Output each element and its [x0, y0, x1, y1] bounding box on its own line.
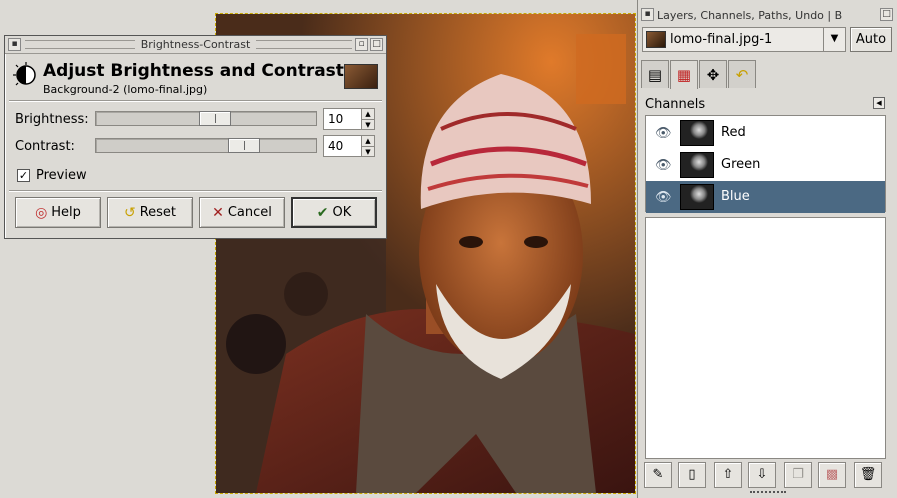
- layers-icon: ▤: [647, 65, 663, 84]
- preview-label[interactable]: Preview: [36, 168, 87, 183]
- channels-empty-area[interactable]: [645, 217, 886, 459]
- tab-paths[interactable]: ✥: [699, 60, 727, 88]
- channel-thumbnail: [680, 120, 714, 146]
- channel-name: Red: [721, 125, 746, 140]
- eye-icon[interactable]: 👁: [655, 158, 672, 173]
- eye-icon[interactable]: 👁: [655, 190, 672, 205]
- channel-row-red[interactable]: 👁 Red: [646, 117, 885, 149]
- lower-icon: ⇩: [756, 467, 768, 482]
- brightness-spinbutton[interactable]: 10 ▲ ▼: [323, 108, 375, 130]
- cancel-button-label: Cancel: [227, 205, 272, 220]
- reset-button[interactable]: ↺ Reset: [107, 197, 193, 228]
- dock-maximize-icon[interactable]: □: [880, 8, 893, 21]
- channel-name: Green: [721, 157, 761, 172]
- edit-channel-icon: ✎: [652, 467, 664, 482]
- duplicate-icon: ❐: [792, 467, 804, 482]
- channel-name: Blue: [721, 189, 750, 204]
- paths-icon: ✥: [706, 65, 720, 84]
- brightness-label: Brightness:: [15, 112, 89, 127]
- new-channel-icon: ▯: [688, 467, 696, 482]
- cancel-button[interactable]: ✕ Cancel: [199, 197, 285, 228]
- delete-icon: 🗑: [859, 467, 877, 482]
- spin-down-icon[interactable]: ▼: [362, 146, 374, 156]
- channels-toolbar: ✎ ▯ ⇧ ⇩ ❐ ▩ 🗑: [644, 462, 890, 488]
- brightness-spin-arrows[interactable]: ▲ ▼: [361, 109, 374, 129]
- channels-icon: ▦: [676, 66, 692, 84]
- layers-dock: ▪ Layers, Channels, Paths, Undo | B □ lo…: [637, 0, 897, 498]
- reset-icon: ↺: [123, 204, 136, 221]
- ok-button-label: OK: [332, 205, 352, 220]
- brightness-contrast-icon: [13, 62, 36, 86]
- new-channel-button[interactable]: ▯: [678, 462, 706, 488]
- dialog-heading: Adjust Brightness and Contrast: [43, 61, 344, 81]
- ok-button[interactable]: ✔ OK: [291, 197, 377, 228]
- image-combo[interactable]: lomo-final.jpg-1 ▼: [642, 27, 846, 52]
- channel-thumbnail: [680, 152, 714, 178]
- channel-thumbnail: [680, 184, 714, 210]
- contrast-slider-handle[interactable]: [228, 138, 260, 153]
- resize-grip[interactable]: [750, 491, 786, 494]
- cancel-x-icon: ✕: [212, 204, 224, 221]
- spin-up-icon[interactable]: ▲: [362, 136, 374, 146]
- preview-checkbox[interactable]: ✓: [17, 169, 30, 182]
- channels-list: 👁 Red 👁 Green 👁 Blue: [645, 115, 886, 213]
- window-menu-icon[interactable]: ▪: [641, 8, 654, 21]
- raise-channel-button[interactable]: ⇧: [714, 462, 742, 488]
- help-button[interactable]: ◎ Help: [15, 197, 101, 228]
- tab-channels[interactable]: ▦: [670, 60, 698, 89]
- dialog-subheading: Background-2 (lomo-final.jpg): [43, 83, 208, 96]
- auto-button[interactable]: Auto: [850, 27, 892, 52]
- lower-channel-button[interactable]: ⇩: [748, 462, 776, 488]
- contrast-slider[interactable]: [95, 138, 317, 153]
- dialog-header: Adjust Brightness and Contrast Backgroun…: [13, 60, 380, 98]
- to-selection-icon: ▩: [825, 467, 839, 482]
- brightness-slider[interactable]: [95, 111, 317, 126]
- minimize-icon[interactable]: ▫: [355, 38, 368, 51]
- raise-icon: ⇧: [722, 467, 734, 482]
- contrast-spin-arrows[interactable]: ▲ ▼: [361, 136, 374, 156]
- buttons-divider: [9, 190, 382, 192]
- brightness-contrast-dialog: ▪ Brightness-Contrast ▫ □ Adjust Brightn…: [4, 35, 387, 239]
- tab-layers[interactable]: ▤: [641, 60, 669, 88]
- dialog-window-title: Brightness-Contrast: [134, 38, 257, 51]
- brightness-slider-handle[interactable]: [199, 111, 231, 126]
- chevron-down-icon[interactable]: ▼: [823, 28, 845, 51]
- eye-icon[interactable]: 👁: [655, 126, 672, 141]
- channel-row-blue[interactable]: 👁 Blue: [646, 181, 885, 213]
- maximize-icon[interactable]: □: [370, 38, 383, 51]
- dock-window-title: Layers, Channels, Paths, Undo | B: [657, 9, 843, 22]
- header-divider: [9, 100, 382, 102]
- dock-tabs: ▤ ▦ ✥ ↶: [641, 60, 891, 89]
- help-button-label: Help: [51, 205, 81, 220]
- ok-check-icon: ✔: [316, 204, 329, 221]
- delete-channel-button[interactable]: 🗑: [854, 462, 882, 488]
- dialog-titlebar[interactable]: ▪ Brightness-Contrast ▫ □: [5, 36, 386, 54]
- spin-down-icon[interactable]: ▼: [362, 119, 374, 129]
- channel-row-green[interactable]: 👁 Green: [646, 149, 885, 181]
- tab-undo[interactable]: ↶: [728, 60, 756, 88]
- brightness-value[interactable]: 10: [328, 112, 343, 126]
- reset-button-label: Reset: [139, 205, 177, 220]
- help-lifebuoy-icon: ◎: [35, 204, 48, 221]
- image-combo-thumbnail: [646, 31, 666, 48]
- channels-panel-title: Channels: [645, 97, 706, 112]
- contrast-spinbutton[interactable]: 40 ▲ ▼: [323, 135, 375, 157]
- undo-icon: ↶: [735, 65, 749, 84]
- panel-menu-icon[interactable]: ◀: [873, 97, 885, 109]
- edit-channel-button[interactable]: ✎: [644, 462, 672, 488]
- dock-titlebar[interactable]: ▪ Layers, Channels, Paths, Undo | B □: [638, 0, 897, 24]
- spin-up-icon[interactable]: ▲: [362, 109, 374, 119]
- image-thumbnail: [344, 64, 378, 89]
- contrast-value[interactable]: 40: [328, 139, 343, 153]
- image-combo-text: lomo-final.jpg-1: [670, 32, 773, 47]
- duplicate-channel-button[interactable]: ❐: [784, 462, 812, 488]
- channel-to-selection-button[interactable]: ▩: [818, 462, 846, 488]
- contrast-label: Contrast:: [15, 139, 75, 154]
